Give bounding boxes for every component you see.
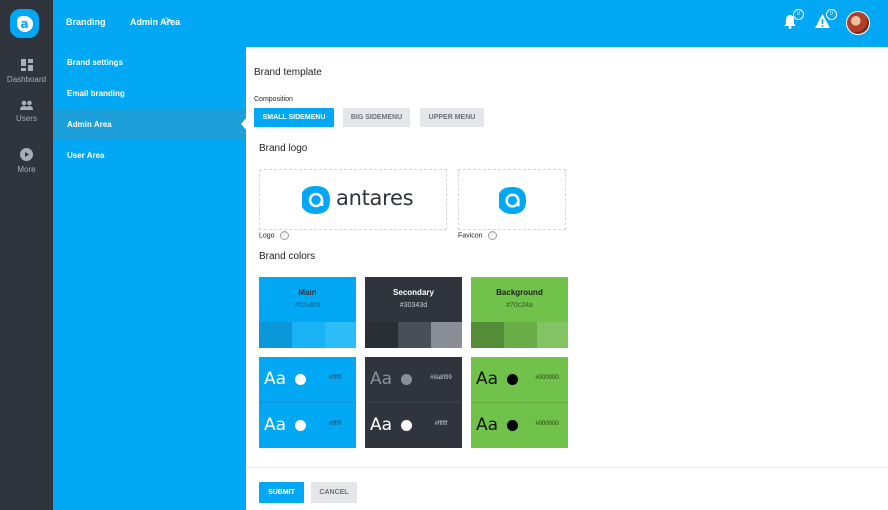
favicon-dropzone[interactable] <box>458 169 566 230</box>
composition-label: Composition <box>254 96 293 103</box>
color-dot-icon <box>401 374 412 385</box>
text-sample-row[interactable]: Aa #ffffff <box>259 403 356 448</box>
subnav-item-label: Email branding <box>67 89 125 98</box>
settings-subnav: Brand settings Email branding Admin Area… <box>53 47 247 510</box>
swatch-hex: #02a8f3 <box>294 302 321 309</box>
logo-label: Logo <box>259 232 275 240</box>
text-sample-card-secondary: Aa #8a8f99 Aa #ffffff <box>365 357 462 448</box>
text-sample-aa: Aa <box>264 415 287 435</box>
cancel-button[interactable]: CANCEL <box>311 482 357 503</box>
text-sample-hex: #000000 <box>535 375 559 381</box>
subnav-item-label: Brand settings <box>67 58 124 67</box>
composition-big-sidemenu-button[interactable]: BIG SIDEMENU <box>343 108 410 127</box>
text-sample-row[interactable]: Aa #ffffff <box>365 403 462 448</box>
brand-logo-title: Brand logo <box>259 143 308 154</box>
favicon-label-row: Favicon? <box>458 231 497 240</box>
notifications-button[interactable]: 0 <box>783 9 804 30</box>
text-sample-hex: #ffffff <box>328 421 342 427</box>
rail-item-dashboard[interactable]: Dashboard <box>0 59 53 84</box>
help-icon[interactable]: ? <box>487 231 497 240</box>
swatch-shade[interactable] <box>504 322 537 348</box>
subnav-item-label: User Area <box>67 151 105 160</box>
swatch-shade[interactable] <box>365 322 398 348</box>
subnav-item-brand-settings[interactable]: Brand settings <box>53 47 246 78</box>
swatch-shade[interactable] <box>292 322 325 348</box>
swatch-shade[interactable] <box>471 322 504 348</box>
rail-item-label: More <box>17 165 36 174</box>
help-icon[interactable]: ? <box>279 231 289 240</box>
rail-item-label: Users <box>16 114 37 123</box>
color-dot-icon <box>295 374 306 385</box>
rail-item-more[interactable]: More <box>0 148 53 174</box>
swatch-name: Main <box>298 288 317 297</box>
text-sample-aa: Aa <box>370 369 393 389</box>
text-sample-aa: Aa <box>370 415 393 435</box>
alerts-badge: 0 <box>826 9 837 20</box>
app-logo-icon[interactable]: a <box>10 9 39 38</box>
brand-logo-mark <box>302 186 330 214</box>
subnav-item-label: Admin Area <box>67 120 112 129</box>
subnav-item-admin-area[interactable]: Admin Area <box>53 109 247 140</box>
color-dot-icon <box>401 420 412 431</box>
color-dot-icon <box>507 374 518 385</box>
color-dot-icon <box>507 420 518 431</box>
text-sample-aa: Aa <box>264 369 287 389</box>
swatch-name: Secondary <box>393 288 434 297</box>
user-avatar[interactable] <box>846 11 870 35</box>
text-sample-aa: Aa <box>476 415 499 435</box>
color-swatch-background[interactable]: Background #70c24a <box>471 277 568 348</box>
color-swatch-main[interactable]: Main #02a8f3 <box>259 277 356 348</box>
main-content: Brand template Composition SMALL SIDEMEN… <box>246 47 888 510</box>
text-sample-aa: Aa <box>476 369 499 389</box>
swatch-hex: #70c24a <box>506 302 533 309</box>
breadcrumb-item-current: Admin Area <box>130 17 181 27</box>
text-sample-row[interactable]: Aa #000000 <box>471 403 568 448</box>
logo-dropzone[interactable]: antares <box>259 169 447 230</box>
color-dot-icon <box>295 420 306 431</box>
rail-item-label: Dashboard <box>6 75 47 84</box>
users-icon <box>20 100 33 110</box>
favicon-label: Favicon <box>458 232 483 240</box>
text-sample-row[interactable]: Aa #000000 <box>471 357 568 402</box>
dashboard-icon <box>20 59 33 71</box>
text-sample-row[interactable]: Aa #8a8f99 <box>365 357 462 402</box>
text-sample-row[interactable]: Aa #ffffff <box>259 357 356 402</box>
swatch-shade[interactable] <box>398 322 431 348</box>
play-circle-icon <box>20 148 33 161</box>
brand-logo-wordmark: antares <box>336 186 414 210</box>
footer-divider <box>246 467 888 468</box>
alerts-button[interactable]: 0 <box>815 9 837 30</box>
swatch-shade[interactable] <box>325 322 356 348</box>
swatch-hex: #30343d <box>399 302 428 309</box>
composition-upper-menu-button[interactable]: UPPER MENU <box>420 108 484 127</box>
text-sample-card-main: Aa #ffffff Aa #ffffff <box>259 357 356 448</box>
text-sample-hex: #ffffff <box>328 375 342 381</box>
composition-small-sidemenu-button[interactable]: SMALL SIDEMENU <box>254 108 334 127</box>
swatch-name: Background <box>496 288 543 297</box>
logo-label-row: Logo? <box>259 231 289 240</box>
breadcrumb-item-branding[interactable]: Branding <box>66 17 106 27</box>
text-sample-hex: #8a8f99 <box>430 375 452 381</box>
rail-item-users[interactable]: Users <box>0 100 53 123</box>
color-swatch-secondary[interactable]: Secondary #30343d <box>365 277 462 348</box>
notifications-badge: 0 <box>793 9 804 20</box>
swatch-shade[interactable] <box>431 322 462 348</box>
text-sample-card-background: Aa #000000 Aa #000000 <box>471 357 568 448</box>
text-sample-hex: #000000 <box>535 421 559 427</box>
app-rail: a Dashboard Users More <box>0 0 53 510</box>
text-sample-hex: #ffffff <box>434 421 448 427</box>
subnav-item-email-branding[interactable]: Email branding <box>53 78 246 109</box>
favicon-mark <box>498 186 527 215</box>
subnav-item-user-area[interactable]: User Area <box>53 140 246 171</box>
page-title: Brand template <box>254 67 322 78</box>
top-bar: Branding > Admin Area 0 0 <box>53 0 888 47</box>
submit-button[interactable]: SUBMIT <box>259 482 304 503</box>
swatch-shade[interactable] <box>537 322 568 348</box>
swatch-shade[interactable] <box>259 322 292 348</box>
brand-colors-title: Brand colors <box>259 251 316 262</box>
